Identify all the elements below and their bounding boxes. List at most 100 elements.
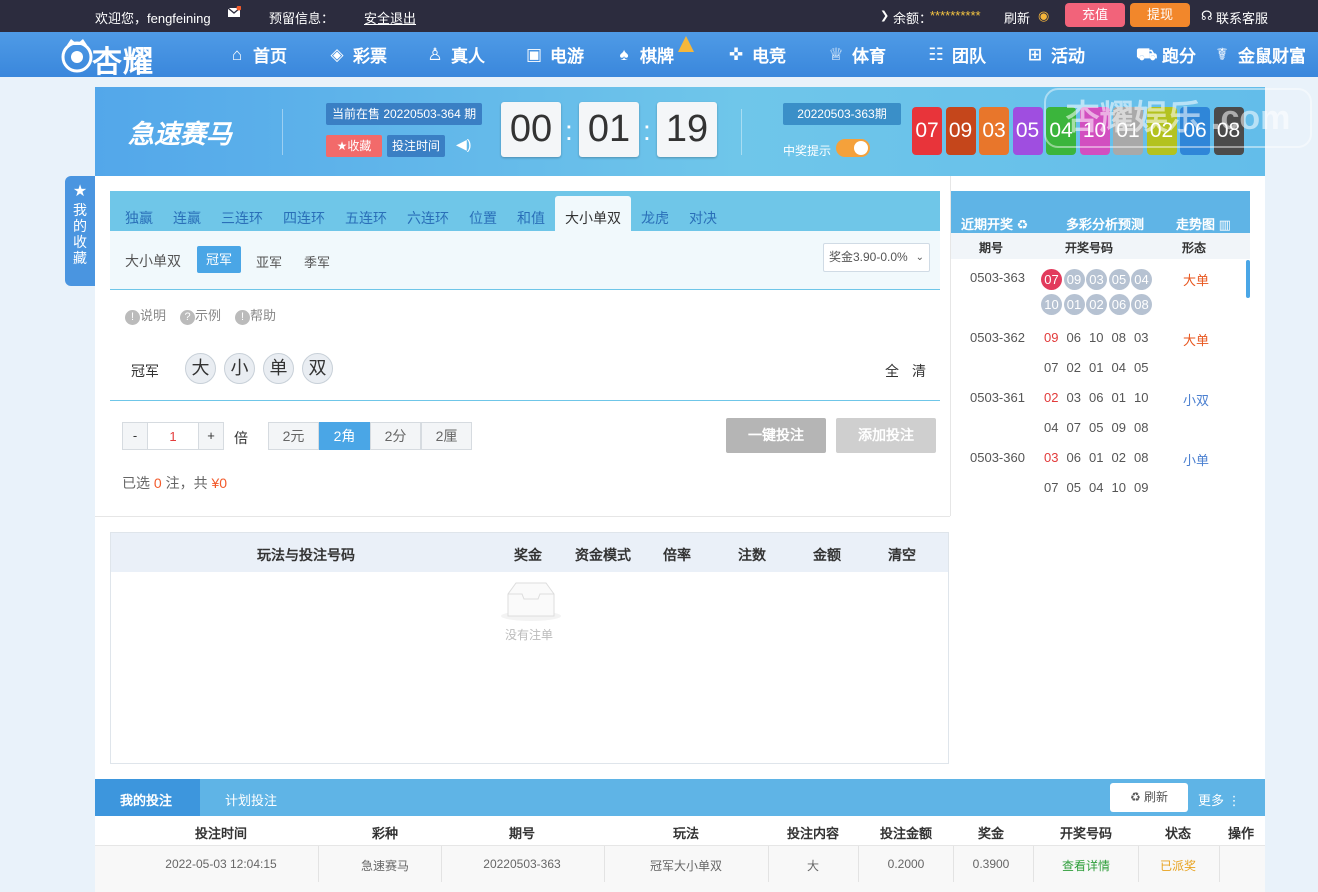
- more-link[interactable]: 更多 ⋮: [1198, 790, 1241, 809]
- logout-link[interactable]: 安全退出: [364, 8, 416, 27]
- trend-chart-tab[interactable]: 走势图 ▥: [1176, 214, 1231, 233]
- prize-select[interactable]: 奖金3.90-0.0% ⌄: [823, 243, 930, 272]
- logo-text[interactable]: 杏耀: [92, 37, 154, 81]
- tab-play-6[interactable]: 位置: [469, 208, 497, 228]
- clear-all-button[interactable]: 清空: [888, 545, 916, 565]
- tab-play-7[interactable]: 和值: [517, 208, 545, 228]
- tab-play-0[interactable]: 独赢: [125, 208, 153, 228]
- info-icon: !: [235, 310, 251, 325]
- select-all-button[interactable]: 全: [885, 361, 899, 381]
- more-dots-icon: ⋮: [1227, 793, 1241, 808]
- selection-summary: 已选 0 注，共 ¥0: [122, 473, 227, 493]
- headset-icon[interactable]: ☊: [1201, 8, 1213, 24]
- nav-paofen-label: 跑分: [1162, 47, 1196, 66]
- countdown-seconds: 19: [657, 102, 717, 157]
- scrollbar-thumb[interactable]: [1246, 260, 1250, 298]
- tab-play-9[interactable]: 龙虎: [641, 208, 669, 228]
- nav-lottery-label: 彩票: [353, 47, 387, 66]
- example-link[interactable]: ? 示例: [180, 305, 221, 325]
- tab-play-3[interactable]: 四连环: [283, 208, 325, 228]
- bottom-tabs: 我的投注 计划投注 ♻ 刷新 更多 ⋮: [95, 779, 1265, 816]
- win-prompt-toggle[interactable]: [836, 139, 870, 157]
- recent-draws-tab[interactable]: 近期开奖 ♻: [961, 214, 1028, 233]
- pick-odd[interactable]: 单: [263, 353, 294, 384]
- multiplier-minus[interactable]: -: [122, 422, 148, 450]
- nav-wealth[interactable]: ☤ 金鼠财富: [1212, 42, 1306, 67]
- bet-time-button[interactable]: 投注时间: [387, 135, 445, 157]
- nav-live[interactable]: ♙ 真人: [425, 42, 485, 67]
- col-operation: 操作: [1227, 826, 1254, 841]
- nav-cards[interactable]: ♠ 棋牌: [614, 42, 674, 67]
- clear-button[interactable]: 清: [912, 361, 926, 381]
- multiplier-plus[interactable]: +: [198, 422, 224, 450]
- col-bet-amount: 投注金额: [879, 826, 932, 841]
- my-favorites-tab[interactable]: ★ 我的收藏: [65, 176, 95, 286]
- mail-icon[interactable]: [227, 5, 242, 21]
- money-mode-fen[interactable]: 2分: [370, 422, 421, 450]
- tab-plan-bets[interactable]: 计划投注: [225, 790, 277, 809]
- nav-slots[interactable]: ▣ 电游: [524, 42, 584, 67]
- nav-lottery[interactable]: ◈ 彩票: [327, 42, 387, 67]
- analysis-tab[interactable]: 多彩分析预测: [1066, 214, 1144, 233]
- tab-play-2[interactable]: 三连环: [221, 208, 263, 228]
- nav-esports-label: 电竞: [752, 47, 786, 66]
- nav-activity[interactable]: ⊞ 活动: [1025, 42, 1085, 67]
- tab-play-8[interactable]: 大小单双: [565, 208, 621, 228]
- tab-play-4[interactable]: 五连环: [345, 208, 387, 228]
- pick-even[interactable]: 双: [302, 353, 333, 384]
- withdraw-button[interactable]: 提现: [1130, 3, 1190, 27]
- add-bet-button[interactable]: 添加投注: [836, 418, 936, 453]
- multiplier-input[interactable]: [147, 422, 199, 450]
- money-mode-jiao[interactable]: 2角: [319, 422, 370, 450]
- nav-wealth-label: 金鼠财富: [1238, 47, 1306, 66]
- recent-number: 03: [1044, 450, 1059, 465]
- col-period: 期号: [508, 826, 535, 841]
- one-click-bet-button[interactable]: 一键投注: [726, 418, 826, 453]
- main-nav: 杏耀 ⌂ 首页 ◈ 彩票 ♙ 真人 ▣ 电游 ♠ 棋牌 ✜ 电竞 ♕ 体育 ☷ 团队 ⊞ 活动 ⛟…: [0, 32, 1318, 79]
- tab-play-10[interactable]: 对决: [689, 208, 717, 228]
- subtab-champion[interactable]: 冠军: [197, 246, 241, 273]
- recharge-button[interactable]: 充值: [1065, 3, 1125, 27]
- logo-emblem-icon[interactable]: [57, 35, 97, 75]
- reserve-info-label: 预留信息：: [269, 11, 335, 26]
- bet-list: [110, 532, 949, 764]
- nav-esports[interactable]: ✜ 电竞: [726, 42, 786, 67]
- favorite-button[interactable]: ★收藏: [326, 135, 382, 157]
- current-period: 当前在售 20220503-364 期: [326, 103, 483, 125]
- subtab-third[interactable]: 季军: [304, 252, 330, 271]
- pick-small[interactable]: 小: [224, 353, 255, 384]
- recent-number: 06: [1066, 330, 1081, 345]
- chevron-down-icon[interactable]: ❯: [880, 9, 889, 22]
- speaker-icon[interactable]: ◀): [456, 136, 471, 153]
- recent-number: 05: [1089, 420, 1104, 435]
- nav-home[interactable]: ⌂ 首页: [227, 42, 287, 67]
- nav-team[interactable]: ☷ 团队: [926, 42, 986, 67]
- money-mode-yuan[interactable]: 2元: [268, 422, 319, 450]
- refresh-link[interactable]: 刷新: [1004, 8, 1030, 27]
- hot-badge-icon: [678, 36, 694, 52]
- play-tabs: 独赢 连赢 三连环 四连环 五连环 六连环 位置 和值 大小单双 龙虎 对决: [110, 191, 940, 231]
- recent-number: 05: [1066, 480, 1081, 495]
- nav-sports[interactable]: ♕ 体育: [826, 42, 886, 67]
- subtab-second[interactable]: 亚军: [256, 252, 282, 271]
- bet-cell: 已派奖: [1159, 859, 1196, 873]
- tab-play-5[interactable]: 六连环: [407, 208, 449, 228]
- bet-cell: 20220503-363: [483, 857, 561, 871]
- recent-number: 02: [1111, 450, 1126, 465]
- tab-my-bets[interactable]: 我的投注: [120, 790, 172, 809]
- nav-paofen[interactable]: ⛟ 跑分: [1136, 42, 1196, 67]
- recent-number: 01: [1089, 360, 1104, 375]
- service-link[interactable]: 联系客服: [1216, 8, 1268, 27]
- refresh-button[interactable]: ♻ 刷新: [1110, 783, 1188, 812]
- eye-icon[interactable]: ◉: [1038, 8, 1049, 24]
- help-link[interactable]: ! 帮助: [235, 305, 276, 325]
- subtab-bar: 大小单双 冠军 亚军 季军 奖金3.90-0.0% ⌄: [110, 231, 940, 290]
- explain-link[interactable]: ! 说明: [125, 305, 166, 325]
- col-shape: 形态: [1182, 241, 1207, 255]
- money-mode-li[interactable]: 2厘: [421, 422, 472, 450]
- recent-number: 06: [1108, 294, 1130, 315]
- selected-mid: 注，共: [165, 475, 208, 491]
- pick-big[interactable]: 大: [185, 353, 216, 384]
- tab-play-1[interactable]: 连赢: [173, 208, 201, 228]
- help-label: 帮助: [250, 308, 277, 323]
